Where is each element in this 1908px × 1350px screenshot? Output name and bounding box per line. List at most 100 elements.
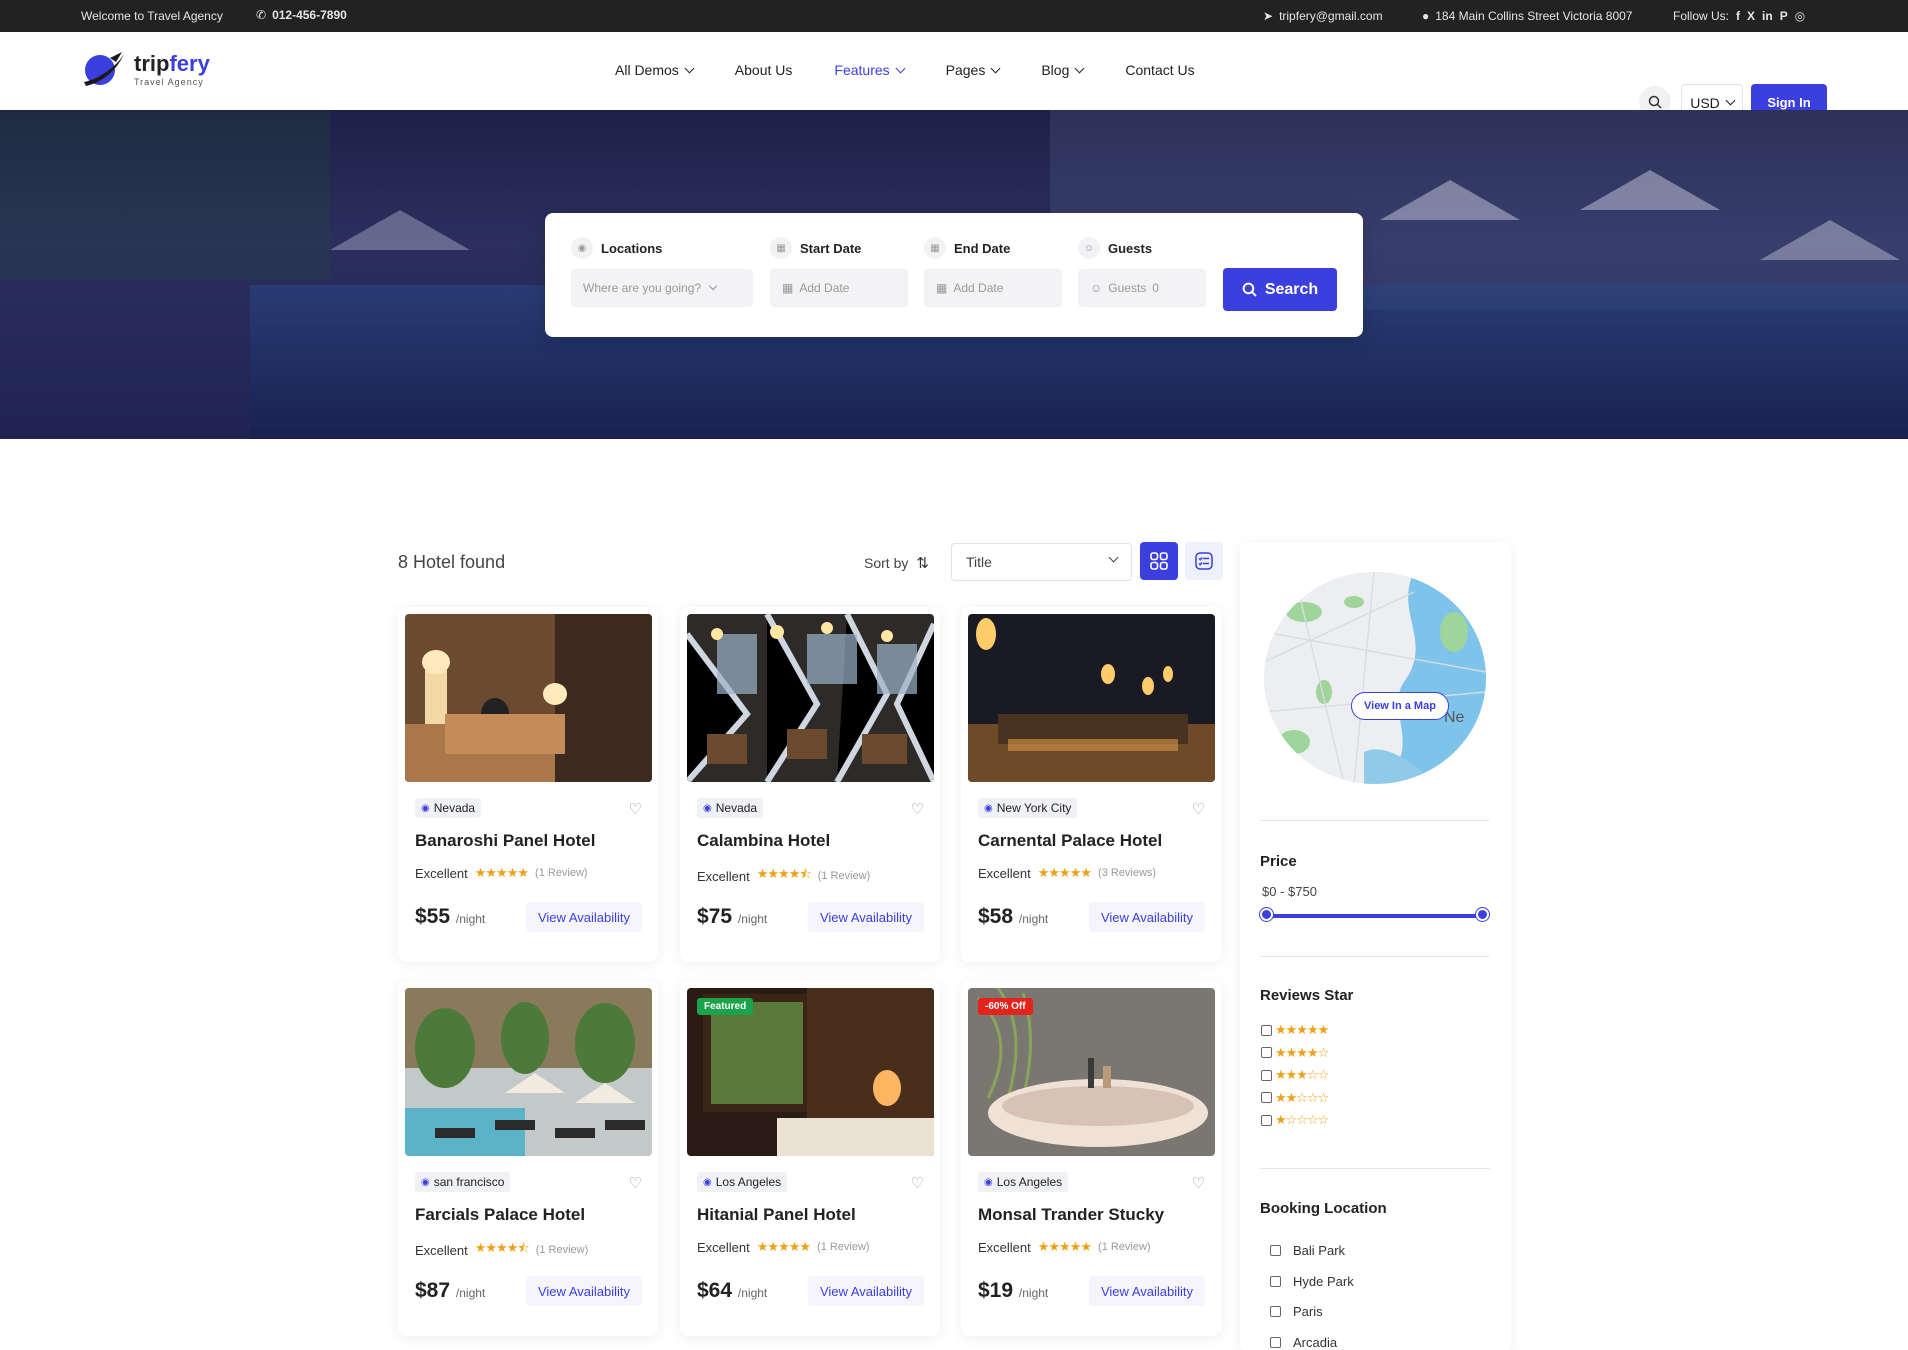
grid-view-button[interactable] xyxy=(1140,542,1178,580)
hotel-card[interactable]: ◉ Nevada ♡ Banaroshi Panel Hotel Excellent ★★… xyxy=(398,607,658,962)
checkbox[interactable] xyxy=(1261,1047,1272,1058)
review-count: (1 Review) xyxy=(817,870,871,882)
hotel-image[interactable]: Featured xyxy=(687,988,934,1156)
umbrella-shape xyxy=(1760,220,1900,260)
instagram-icon[interactable]: ◎ xyxy=(1795,9,1805,23)
hotel-name[interactable]: Calambina Hotel xyxy=(697,831,830,851)
star-rating-icon: ★★★★★ xyxy=(1037,1239,1092,1254)
checkbox[interactable] xyxy=(1261,1092,1272,1103)
list-view-button[interactable] xyxy=(1185,542,1223,580)
email-link[interactable]: ➤ tripfery@gmail.com xyxy=(1263,9,1383,23)
nav-item-pages[interactable]: Pages xyxy=(946,62,1001,78)
hotel-name[interactable]: Banaroshi Panel Hotel xyxy=(415,831,595,851)
star-filter-2[interactable]: ★★☆☆☆ xyxy=(1261,1090,1329,1106)
hotel-card[interactable]: ◉ New York City ♡ Carnental Palace Hotel Exc… xyxy=(961,607,1221,962)
user-icon: ☺ xyxy=(1090,281,1103,295)
nav-item-contact-us[interactable]: Contact Us xyxy=(1125,62,1194,78)
location-filter-item[interactable]: Arcadia xyxy=(1270,1335,1337,1350)
hotel-price: $58 /night xyxy=(978,905,1048,929)
heart-icon[interactable]: ♡ xyxy=(629,1174,642,1192)
hotel-location: san francisco xyxy=(433,1175,505,1189)
search-button[interactable]: Search xyxy=(1223,268,1337,311)
hotel-rating: Excellent ★★★★★ (3 Reviews) xyxy=(978,865,1156,881)
hotel-card[interactable]: ◉ san francisco ♡ Farcials Palace Hotel Exce… xyxy=(398,981,658,1336)
chevron-down-icon xyxy=(990,63,1001,73)
hotel-location: New York City xyxy=(996,801,1072,815)
location-filter-item[interactable]: Paris xyxy=(1270,1304,1323,1319)
hotel-card[interactable]: Featured ◉ Los Angeles ♡ Hitanial Panel Hote… xyxy=(680,981,940,1336)
checkbox[interactable] xyxy=(1270,1306,1281,1317)
rating-word: Excellent xyxy=(415,1242,468,1258)
price-slider-max-handle[interactable] xyxy=(1476,908,1489,921)
view-availability-button[interactable]: View Availability xyxy=(807,902,924,932)
heart-icon[interactable]: ♡ xyxy=(1192,800,1205,818)
hotel-price: $19 /night xyxy=(978,1279,1048,1303)
price-unit: /night xyxy=(737,912,768,926)
location-filter-item[interactable]: Bali Park xyxy=(1270,1243,1345,1258)
sort-by[interactable]: Sort by ⇅ xyxy=(864,554,929,572)
view-availability-button[interactable]: View Availability xyxy=(1088,1276,1205,1306)
checkbox[interactable] xyxy=(1270,1275,1281,1287)
checkbox[interactable] xyxy=(1270,1336,1281,1348)
hotel-name[interactable]: Monsal Trander Stucky xyxy=(978,1205,1164,1225)
hotel-name[interactable]: Farcials Palace Hotel xyxy=(415,1205,585,1225)
linkedin-icon[interactable]: in xyxy=(1762,9,1773,23)
heart-icon[interactable]: ♡ xyxy=(629,800,642,818)
view-availability-button[interactable]: View Availability xyxy=(807,1276,924,1306)
price-unit: /night xyxy=(1018,1286,1049,1300)
checkbox[interactable] xyxy=(1270,1245,1281,1256)
map-preview[interactable]: Ne View In a Map xyxy=(1264,572,1486,784)
hotel-image[interactable] xyxy=(687,614,934,782)
locations-select[interactable]: Where are you going? xyxy=(571,269,753,307)
hotel-card[interactable]: ◉ Nevada ♡ Calambina Hotel Excellent ★★★★⯪ (1 … xyxy=(680,607,940,962)
start-date-input[interactable]: ▦ Add Date xyxy=(770,269,908,307)
star-filter-3[interactable]: ★★★☆☆ xyxy=(1261,1067,1329,1083)
view-availability-button[interactable]: View Availability xyxy=(1088,902,1205,932)
heart-icon[interactable]: ♡ xyxy=(1192,1174,1205,1192)
hotel-card[interactable]: -60% Off ◉ Los Angeles ♡ Monsal Trander Stuc… xyxy=(961,981,1221,1336)
checkbox[interactable] xyxy=(1261,1024,1272,1036)
price-slider-min-handle[interactable] xyxy=(1260,908,1273,921)
hotel-name[interactable]: Hitanial Panel Hotel xyxy=(697,1205,856,1225)
checkbox[interactable] xyxy=(1261,1069,1272,1081)
hotel-location-tag: ◉ Los Angeles xyxy=(978,1172,1069,1192)
divider xyxy=(1260,956,1490,957)
start-date-field: ▦ Start Date ▦ Add Date xyxy=(770,237,908,307)
hotel-image[interactable] xyxy=(968,614,1215,782)
star-filter-1[interactable]: ★☆☆☆☆ xyxy=(1261,1112,1329,1128)
star-filter-4[interactable]: ★★★★☆ xyxy=(1261,1045,1329,1061)
hotel-image[interactable] xyxy=(405,614,652,782)
star-filter-5[interactable]: ★★★★★ xyxy=(1261,1022,1329,1038)
phone-link[interactable]: ✆ 012-456-7890 xyxy=(256,8,347,22)
heart-icon[interactable]: ♡ xyxy=(911,800,924,818)
brand-logo[interactable]: tripfery Travel Agency xyxy=(82,50,210,90)
sort-select[interactable]: Title xyxy=(951,543,1132,581)
facebook-icon[interactable]: f xyxy=(1736,9,1740,23)
hotel-price: $75 /night xyxy=(697,905,767,929)
nav-item-about-us[interactable]: About Us xyxy=(735,62,793,78)
view-availability-button[interactable]: View Availability xyxy=(525,1276,642,1306)
heart-icon[interactable]: ♡ xyxy=(911,1174,924,1192)
pinterest-icon[interactable]: P xyxy=(1780,9,1788,23)
hotel-name[interactable]: Carnental Palace Hotel xyxy=(978,831,1162,851)
user-icon: ☺ xyxy=(1078,237,1100,259)
nav-item-features[interactable]: Features xyxy=(834,62,906,78)
location-filter-item[interactable]: Hyde Park xyxy=(1270,1274,1354,1289)
x-icon[interactable]: X xyxy=(1747,9,1755,23)
hotel-rating: Excellent ★★★★⯪ (1 Review) xyxy=(697,865,870,887)
view-map-button[interactable]: View In a Map xyxy=(1351,692,1449,720)
end-date-input[interactable]: ▦ Add Date xyxy=(924,269,1062,307)
nav-item-blog[interactable]: Blog xyxy=(1041,62,1085,78)
phone-icon: ✆ xyxy=(256,8,267,22)
guests-input[interactable]: ☺ Guests 0 xyxy=(1078,269,1206,307)
checkbox[interactable] xyxy=(1261,1114,1272,1126)
hotel-image[interactable] xyxy=(405,988,652,1156)
map-pin-icon: ◉ xyxy=(984,1176,993,1188)
nav-item-all-demos[interactable]: All Demos xyxy=(615,62,695,78)
hotel-image[interactable]: -60% Off xyxy=(968,988,1215,1156)
locations-field: ◉ Locations Where are you going? xyxy=(571,237,753,307)
map-image: Ne xyxy=(1264,572,1486,784)
price-slider-track[interactable] xyxy=(1266,914,1482,918)
view-availability-button[interactable]: View Availability xyxy=(525,902,642,932)
price-title: Price xyxy=(1260,853,1297,870)
